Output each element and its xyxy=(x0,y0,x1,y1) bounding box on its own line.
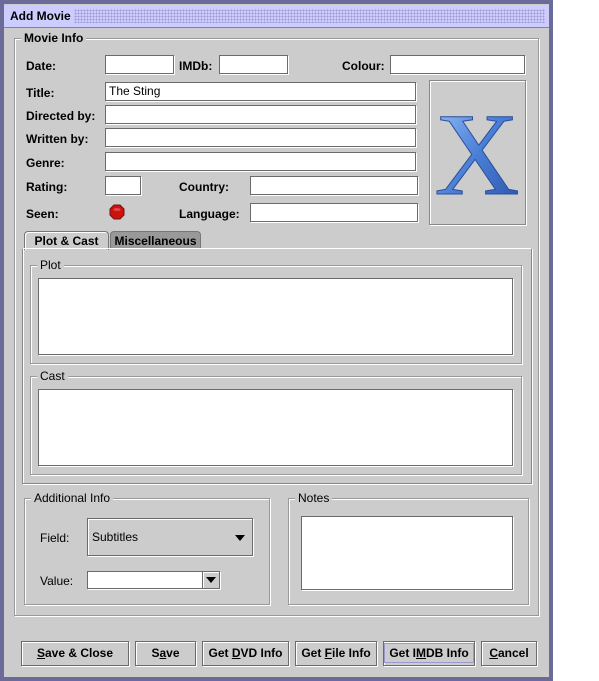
button-mnemonic: S xyxy=(36,646,45,660)
genre-field[interactable] xyxy=(105,152,416,171)
button-mnemonic: F xyxy=(324,646,332,660)
button-label-post: ve xyxy=(166,646,180,660)
country-label: Country: xyxy=(179,180,229,194)
directed-by-label: Directed by: xyxy=(26,109,96,123)
chevron-down-icon xyxy=(235,535,245,541)
chevron-down-icon xyxy=(206,577,216,583)
written-by-field[interactable] xyxy=(105,128,416,147)
save-button[interactable]: Save xyxy=(135,641,196,666)
button-label-post: ile Info xyxy=(332,646,371,660)
plot-textarea[interactable] xyxy=(38,278,513,355)
colour-label: Colour: xyxy=(342,59,385,73)
field-label: Field: xyxy=(40,531,70,545)
cast-legend: Cast xyxy=(37,369,68,383)
date-field[interactable] xyxy=(105,55,174,74)
button-mnemonic: D xyxy=(231,646,241,660)
get-imdb-info-button[interactable]: Get IMDB Info xyxy=(383,641,475,666)
value-combobox[interactable] xyxy=(87,571,220,589)
get-file-info-button[interactable]: Get File Info xyxy=(295,641,377,666)
tab-miscellaneous[interactable]: Miscellaneous xyxy=(110,231,201,249)
x-logo-icon: X xyxy=(434,89,520,221)
notes-legend: Notes xyxy=(295,491,333,505)
colour-field[interactable] xyxy=(390,55,525,74)
button-label-post: ave & Close xyxy=(44,646,114,660)
title-label: Title: xyxy=(26,86,55,100)
imdb-field[interactable] xyxy=(219,55,288,74)
language-label: Language: xyxy=(179,207,240,221)
additional-info-legend: Additional Info xyxy=(31,491,114,505)
cast-textarea[interactable] xyxy=(38,389,513,466)
stop-octagon-icon xyxy=(109,204,125,220)
cover-image[interactable]: X xyxy=(429,80,526,225)
seen-toggle[interactable] xyxy=(109,204,125,220)
focus-ring: Get IMDB Info xyxy=(384,643,474,663)
notes-textarea[interactable] xyxy=(301,516,513,590)
field-select-value: Subtitles xyxy=(92,530,139,544)
country-field[interactable] xyxy=(250,176,418,195)
seen-label: Seen: xyxy=(26,207,59,221)
value-label: Value: xyxy=(40,574,74,588)
value-combobox-button[interactable] xyxy=(202,571,220,589)
button-label-post: DB Info xyxy=(426,646,469,660)
button-label-post: ancel xyxy=(497,646,529,660)
language-field[interactable] xyxy=(250,203,418,222)
window-title: Add Movie xyxy=(10,9,71,23)
rating-field[interactable] xyxy=(105,176,141,195)
directed-by-field[interactable] xyxy=(105,105,416,124)
title-bar-grip xyxy=(74,9,545,23)
title-bar[interactable]: Add Movie xyxy=(4,5,549,28)
button-label-pre: Get xyxy=(208,646,232,660)
button-mnemonic: M xyxy=(416,646,426,660)
x-logo-glyph: X xyxy=(434,89,519,220)
save-close-button[interactable]: Save & Close xyxy=(21,641,129,666)
button-label-pre: Get xyxy=(301,646,325,660)
plot-legend: Plot xyxy=(37,258,64,272)
title-field[interactable]: The Sting xyxy=(105,82,416,101)
get-dvd-info-button[interactable]: Get DVD Info xyxy=(202,641,289,666)
value-combobox-input[interactable] xyxy=(87,571,203,589)
button-label-post: VD Info xyxy=(240,646,283,660)
field-select[interactable]: Subtitles xyxy=(87,518,253,556)
rating-label: Rating: xyxy=(26,180,68,194)
written-by-label: Written by: xyxy=(26,132,89,146)
cancel-button[interactable]: Cancel xyxy=(481,641,537,666)
button-label-pre: Get I xyxy=(389,646,416,660)
movie-info-legend: Movie Info xyxy=(21,31,87,45)
genre-label: Genre: xyxy=(26,156,65,170)
button-mnemonic: C xyxy=(489,646,498,660)
date-label: Date: xyxy=(26,59,57,73)
imdb-label: IMDb: xyxy=(179,59,213,73)
